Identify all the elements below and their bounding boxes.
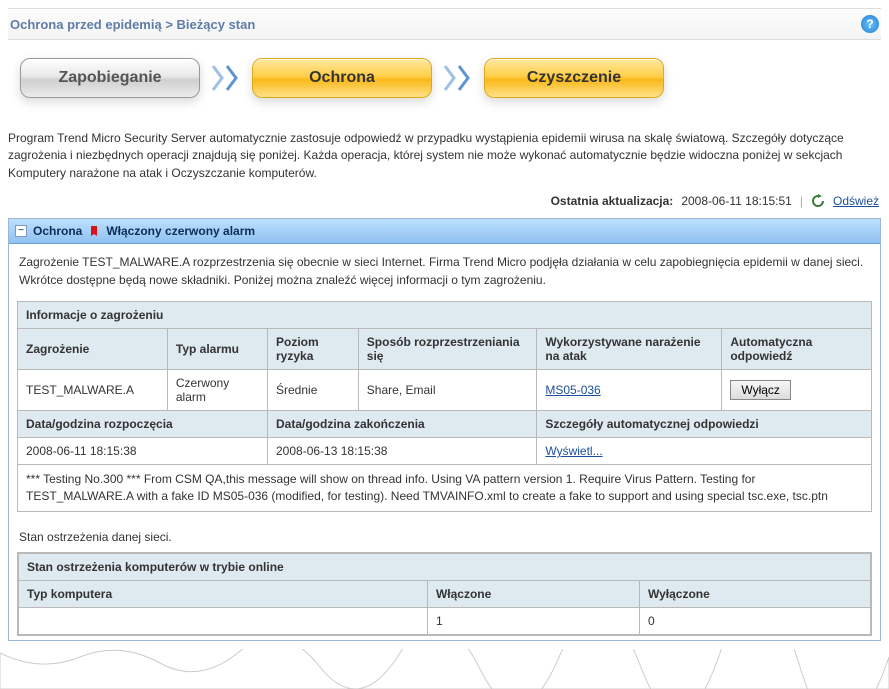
- table-row: 1 0: [19, 607, 871, 634]
- cell-type: [19, 607, 428, 634]
- cell-start: 2008-06-11 18:15:38: [18, 437, 268, 464]
- col-risk: Poziom ryzyka: [268, 328, 359, 369]
- last-update-label: Ostatnia aktualizacja:: [551, 194, 674, 208]
- cell-threat: TEST_MALWARE.A: [18, 369, 168, 410]
- cell-spread: Share, Email: [358, 369, 537, 410]
- col-details: Szczegóły automatycznej odpowiedzi: [537, 410, 872, 437]
- col-alerttype: Typ alarmu: [167, 328, 267, 369]
- threat-info-table: Informacje o zagrożeniu Zagrożenie Typ a…: [17, 301, 872, 512]
- step-prevention-label: Zapobieganie: [58, 69, 161, 87]
- table-row: 2008-06-11 18:15:38 2008-06-13 18:15:38 …: [18, 437, 872, 464]
- cell-autoresp: Wyłącz: [722, 369, 872, 410]
- separator: |: [800, 194, 803, 208]
- chevron-right-icon: [212, 64, 226, 92]
- torn-edge-decoration: [0, 649, 889, 689]
- panel-title: Ochrona: [33, 224, 82, 238]
- header-bar: Ochrona przed epidemią > Bieżący stan ?: [8, 8, 881, 40]
- cell-enabled: 1: [427, 607, 639, 634]
- col-threat: Zagrożenie: [18, 328, 168, 369]
- cell-disabled: 0: [639, 607, 870, 634]
- col-disabled: Wyłączone: [639, 580, 870, 607]
- col-autoresp: Automatyczna odpowiedź: [722, 328, 872, 369]
- chevron-group: [212, 64, 240, 92]
- chevron-right-icon: [458, 64, 472, 92]
- status-table-title: Stan ostrzeżenia komputerów w trybie onl…: [19, 553, 871, 580]
- intro-text: Program Trend Micro Security Server auto…: [8, 126, 881, 190]
- step-protection[interactable]: Ochrona: [252, 58, 432, 98]
- cell-details: Wyświetl...: [537, 437, 872, 464]
- test-note: *** Testing No.300 *** From CSM QA,this …: [18, 464, 872, 511]
- alarm-icon: [88, 224, 100, 238]
- refresh-row: Ostatnia aktualizacja: 2008-06-11 18:15:…: [8, 190, 881, 218]
- workflow-steps: Zapobieganie Ochrona Czyszczenie: [8, 40, 881, 126]
- col-computer-type: Typ komputera: [19, 580, 428, 607]
- chevron-right-icon: [226, 64, 240, 92]
- cell-end: 2008-06-13 18:15:38: [268, 437, 537, 464]
- disable-button[interactable]: Wyłącz: [730, 380, 791, 400]
- col-end: Data/godzina zakończenia: [268, 410, 537, 437]
- table-row: TEST_MALWARE.A Czerwony alarm Średnie Sh…: [18, 369, 872, 410]
- help-icon[interactable]: ?: [861, 15, 879, 33]
- step-prevention[interactable]: Zapobieganie: [20, 58, 200, 98]
- refresh-link[interactable]: Odśwież: [833, 194, 879, 208]
- col-enabled: Włączone: [427, 580, 639, 607]
- step-cleanup[interactable]: Czyszczenie: [484, 58, 664, 98]
- protection-panel: − Ochrona Włączony czerwony alarm Zagroż…: [8, 218, 881, 640]
- chevron-group: [444, 64, 472, 92]
- panel-header: − Ochrona Włączony czerwony alarm: [9, 219, 880, 244]
- table-section-header: Informacje o zagrożeniu: [18, 301, 872, 328]
- cell-risk: Średnie: [268, 369, 359, 410]
- status-table: Stan ostrzeżenia komputerów w trybie onl…: [17, 552, 872, 636]
- alarm-label: Włączony czerwony alarm: [106, 224, 255, 238]
- refresh-icon: [811, 194, 825, 208]
- step-cleanup-label: Czyszczenie: [527, 69, 621, 87]
- view-details-link[interactable]: Wyświetl...: [545, 444, 602, 458]
- collapse-icon[interactable]: −: [15, 225, 27, 237]
- breadcrumb: Ochrona przed epidemią > Bieżący stan: [10, 17, 255, 32]
- col-vuln: Wykorzystywane narażenie na atak: [537, 328, 722, 369]
- vulnerability-link[interactable]: MS05-036: [545, 383, 600, 397]
- status-title: Stan ostrzeżenia danej sieci.: [17, 512, 872, 552]
- col-spread: Sposób rozprzestrzeniania się: [358, 328, 537, 369]
- cell-vuln: MS05-036: [537, 369, 722, 410]
- last-update-value: 2008-06-11 18:15:51: [681, 194, 792, 208]
- col-start: Data/godzina rozpoczęcia: [18, 410, 268, 437]
- chevron-right-icon: [444, 64, 458, 92]
- cell-alerttype: Czerwony alarm: [167, 369, 267, 410]
- step-protection-label: Ochrona: [309, 69, 375, 87]
- panel-description: Zagrożenie TEST_MALWARE.A rozprzestrzeni…: [17, 252, 872, 301]
